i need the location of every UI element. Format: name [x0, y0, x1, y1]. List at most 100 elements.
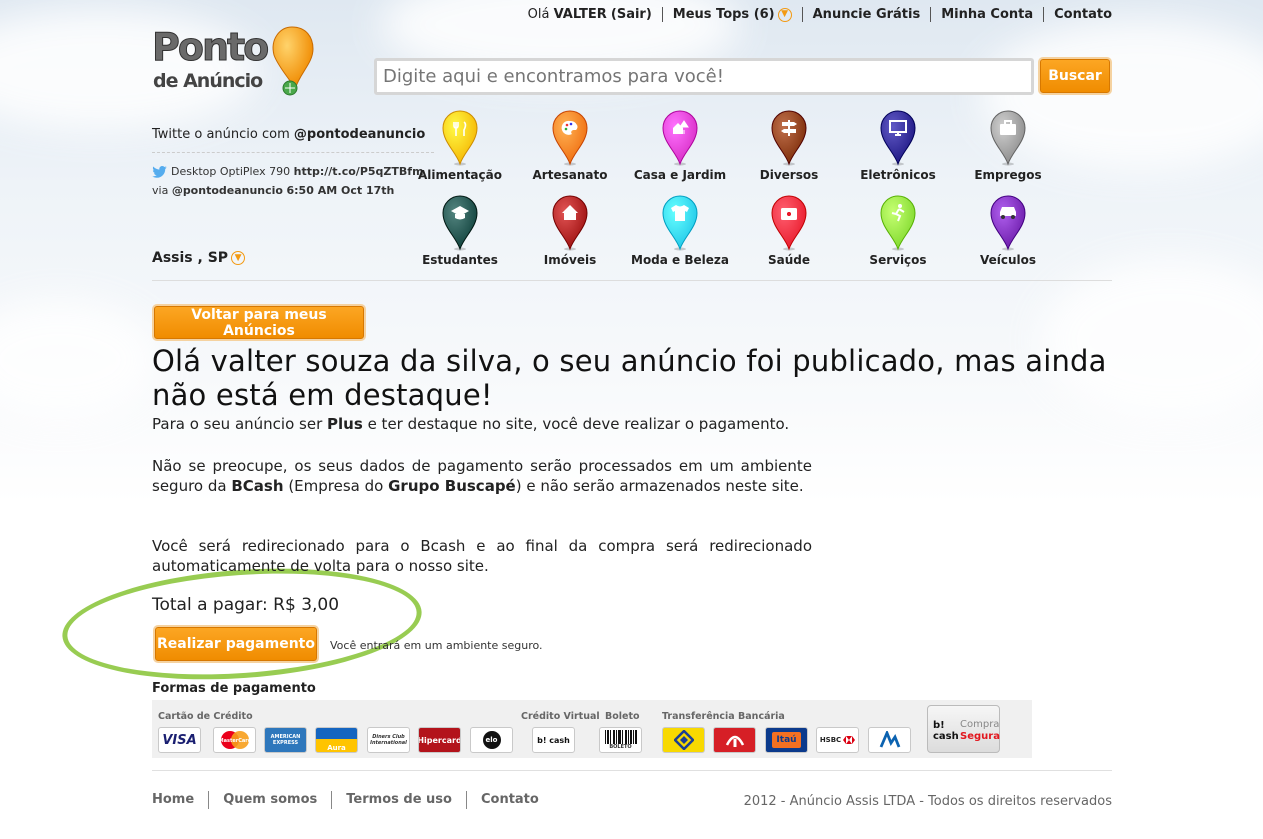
category-moda-e-beleza[interactable]: Moda e Beleza [625, 195, 735, 268]
house-tree-icon [662, 110, 698, 166]
security-explanation: Não se preocupe, os seus dados de pagame… [152, 457, 812, 495]
aura-logo: Aura [315, 727, 358, 753]
footer-link-terms[interactable]: Termos de uso [331, 791, 466, 809]
banrisul-icon [879, 731, 900, 748]
logout-link[interactable]: (Sair) [611, 7, 652, 22]
bradesco-icon [725, 735, 744, 747]
category-label: Saúde [767, 253, 810, 267]
graduation-cap-icon [442, 195, 478, 251]
category-label: Diversos [759, 168, 819, 182]
search-button[interactable]: Buscar [1040, 59, 1110, 93]
itau-label: Itaú [772, 732, 801, 748]
bank-transfer-group-label: Transferência Bancária [662, 711, 785, 722]
category-veículos[interactable]: Veículos [953, 195, 1063, 268]
mastercard-label: MasterCard [218, 738, 251, 744]
site-logo[interactable]: Ponto de Anúncio [151, 25, 317, 97]
contact-link[interactable]: Contato [1043, 7, 1112, 22]
mastercard-icon: MasterCard [218, 731, 251, 749]
palette-icon [552, 110, 588, 166]
location-selector[interactable]: Assis , SP ▼ [152, 250, 246, 266]
elo-label: elo [482, 731, 501, 749]
category-estudantes[interactable]: Estudantes [405, 195, 515, 268]
bcash-logo: b! cash [532, 727, 575, 753]
category-label: Eletrônicos [860, 168, 936, 182]
elo-logo: elo [470, 727, 513, 753]
category-empregos[interactable]: Empregos [953, 110, 1063, 183]
via-handle[interactable]: @pontodeanuncio [172, 184, 283, 197]
total-value: R$ 3,00 [273, 595, 340, 615]
page: Olá VALTER (Sair) Meus Tops (6) ▼ Anuncie… [151, 0, 1112, 839]
bcash-secure-badge: b! cash Compra Segura [927, 705, 1000, 753]
cutlery-icon [442, 110, 478, 166]
category-label: Alimentação [418, 168, 502, 182]
back-to-my-ads-button[interactable]: Voltar para meus Anúncios [154, 306, 364, 339]
hsbc-logo: HSBC [816, 727, 859, 753]
search-input[interactable] [374, 58, 1034, 95]
category-imóveis[interactable]: Imóveis [515, 195, 625, 268]
category-label: Serviços [869, 253, 927, 267]
twitter-share: Twitte o anúncio com @pontodeanuncio [152, 127, 434, 153]
banco-do-brasil-icon [673, 730, 694, 750]
virtual-credit-group-label: Crédito Virtual [521, 711, 600, 722]
category-label: Empregos [974, 168, 1042, 182]
my-tops-link[interactable]: Meus Tops (6) ▼ [661, 7, 802, 22]
page-title: Olá valter souza da silva, o seu anúncio… [152, 344, 1107, 412]
twitter-bird-icon [152, 166, 167, 178]
category-diversos[interactable]: Diversos [734, 110, 844, 183]
hipercard-logo: Hipercard [418, 727, 461, 753]
bcash-badge-line1: Compra [960, 719, 1000, 730]
payment-methods-strip: Cartão de Crédito Crédito Virtual Boleto… [152, 700, 1032, 758]
signpost-icon [771, 110, 807, 166]
category-label: Imóveis [543, 253, 597, 267]
home-icon [552, 195, 588, 251]
monitor-icon [880, 110, 916, 166]
make-payment-button[interactable]: Realizar pagamento [155, 627, 317, 661]
category-label: Veículos [979, 253, 1037, 267]
top-nav: Olá VALTER (Sair) Meus Tops (6) ▼ Anuncie… [528, 7, 1112, 22]
payment-methods-title: Formas de pagamento [152, 681, 316, 696]
category-serviços[interactable]: Serviços [843, 195, 953, 268]
footer-link-home[interactable]: Home [152, 791, 208, 809]
hsbc-hexagon-icon [843, 736, 856, 744]
copyright: 2012 - Anúncio Assis LTDA - Todos os dir… [743, 794, 1112, 809]
footer-link-about[interactable]: Quem somos [208, 791, 331, 809]
category-label: Casa e Jardim [633, 168, 727, 182]
my-account-link[interactable]: Minha Conta [930, 7, 1043, 22]
user-name: VALTER [553, 7, 607, 22]
amex-logo: AMERICAN EXPRESS [264, 727, 307, 753]
footer-divider [152, 770, 1112, 771]
banco-do-brasil-logo [662, 727, 705, 753]
announce-free-link[interactable]: Anuncie Grátis [801, 7, 931, 22]
category-label: Artesanato [532, 168, 608, 182]
logo-pin-icon [272, 26, 314, 96]
bcash-badge-brand: b! cash [933, 720, 959, 742]
category-eletrônicos[interactable]: Eletrônicos [843, 110, 953, 183]
category-saúde[interactable]: Saúde [734, 195, 844, 268]
category-alimentação[interactable]: Alimentação [405, 110, 515, 183]
first-aid-icon [771, 195, 807, 251]
bradesco-logo [713, 727, 756, 753]
boleto-group-label: Boleto [605, 711, 640, 722]
boleto-logo: BOLETO [599, 727, 642, 753]
footer-link-contact[interactable]: Contato [465, 791, 553, 809]
briefcase-icon [990, 110, 1026, 166]
total-amount: Total a pagar: R$ 3,00 [152, 595, 340, 615]
category-casa-e-jardim[interactable]: Casa e Jardim [625, 110, 735, 183]
secure-note: Você entrará em um ambiente seguro. [330, 639, 543, 652]
greeting: Olá VALTER (Sair) [527, 7, 652, 22]
barcode-icon [604, 730, 637, 744]
credit-card-group-label: Cartão de Crédito [158, 711, 253, 722]
itau-logo: Itaú [765, 727, 808, 753]
runner-icon [880, 195, 916, 251]
mastercard-logo: MasterCard [213, 727, 256, 753]
category-artesanato[interactable]: Artesanato [515, 110, 625, 183]
category-label: Moda e Beleza [631, 253, 729, 267]
bcash-badge-line2: Segura [960, 731, 1000, 742]
divider [152, 280, 1112, 281]
tweet-time[interactable]: 6:50 AM Oct 17th [287, 184, 395, 197]
chevron-down-icon[interactable]: ▼ [777, 7, 792, 22]
car-icon [990, 195, 1026, 251]
plus-explanation: Para o seu anúncio ser Plus e ter destaq… [152, 415, 790, 433]
redirect-explanation: Você será redirecionado para o Bcash e a… [152, 537, 812, 575]
chevron-down-icon[interactable]: ▼ [231, 251, 246, 265]
